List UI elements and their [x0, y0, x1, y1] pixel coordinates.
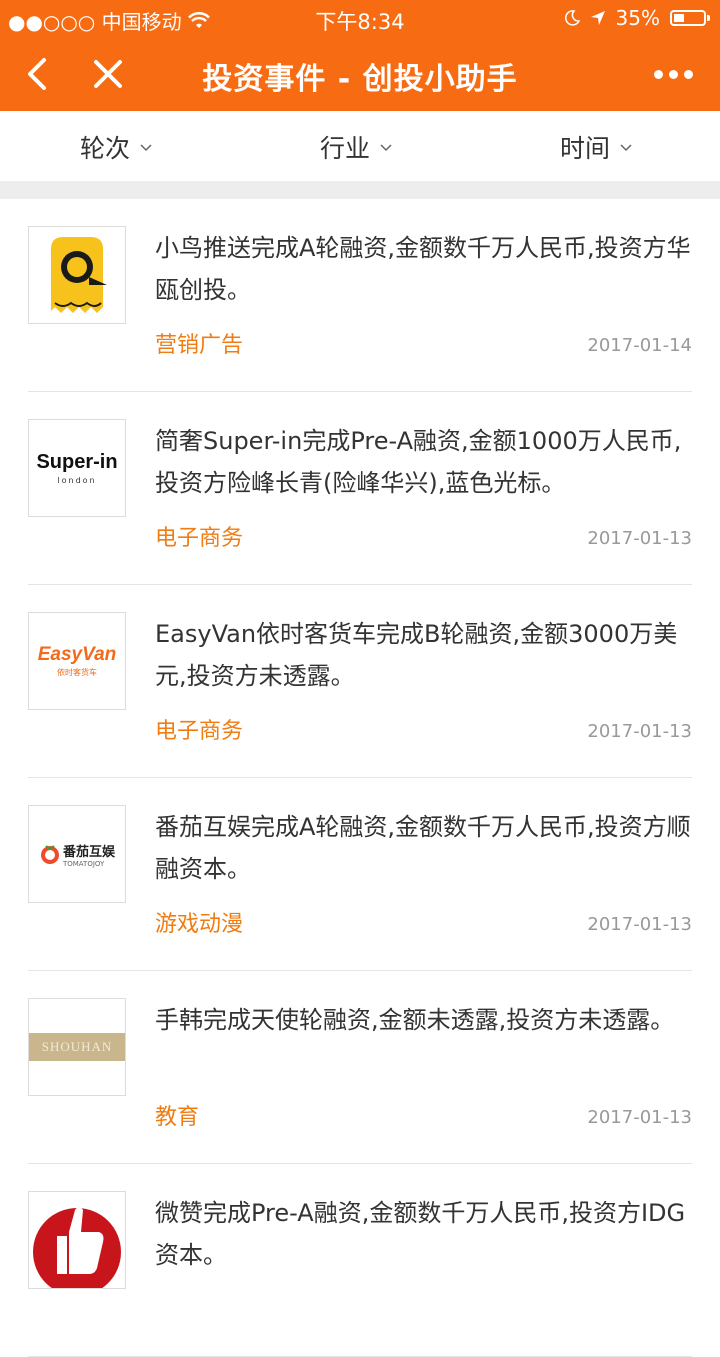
item-description: 简奢Super-in完成Pre-A融资,金额1000万人民币,投资方险峰长青(险…	[155, 427, 682, 497]
list-item[interactable]: EasyVan 依时客货车 EasyVan依时客货车完成B轮融资,金额3000万…	[28, 585, 692, 778]
filter-round[interactable]: 轮次	[80, 129, 152, 165]
page-title: 投资事件 - 创投小助手	[202, 62, 518, 97]
filter-time[interactable]: 时间	[560, 129, 632, 165]
thumb-logo	[28, 1191, 126, 1289]
item-date: 2017-01-13	[587, 721, 692, 742]
filter-industry[interactable]: 行业	[320, 129, 392, 165]
list-item[interactable]: Super-in london 简奢Super-in完成Pre-A融资,金额10…	[28, 392, 692, 585]
more-icon[interactable]	[654, 62, 694, 86]
location-arrow-icon	[590, 11, 605, 25]
moon-icon	[564, 10, 580, 26]
shouhan-logo: SHOUHAN	[28, 998, 126, 1096]
superin-logo: Super-in london	[28, 419, 126, 517]
item-description: 番茄互娱完成A轮融资,金额数千万人民币,投资方顺融资本。	[155, 813, 691, 883]
item-date: 2017-01-14	[587, 335, 692, 356]
item-date: 2017-01-13	[587, 914, 692, 935]
divider-band	[0, 181, 720, 199]
filter-label: 轮次	[80, 134, 131, 163]
item-description: 手韩完成天使轮融资,金额未透露,投资方未透露。	[155, 1006, 675, 1034]
battery-percent: 35%	[615, 6, 660, 30]
filter-label: 行业	[320, 134, 371, 163]
chevron-down-icon	[380, 144, 392, 152]
industry-tag: 游戏动漫	[155, 912, 244, 937]
app-header: ●●○○○ 中国移动 下午8:34 35% 投资事件 - 创投小助手	[0, 0, 720, 111]
filter-bar: 轮次 行业 时间	[0, 111, 720, 182]
item-description: EasyVan依时客货车完成B轮融资,金额3000万美元,投资方未透露。	[155, 620, 678, 690]
battery-icon	[670, 10, 710, 26]
tomatojoy-logo: 番茄互娱 TOMATOJOY	[28, 805, 126, 903]
list-item[interactable]: SHOUHAN 手韩完成天使轮融资,金额未透露,投资方未透露。 教育 2017-…	[28, 971, 692, 1164]
item-description: 小鸟推送完成A轮融资,金额数千万人民币,投资方华瓯创投。	[155, 234, 691, 304]
filter-label: 时间	[560, 134, 611, 163]
chevron-down-icon	[140, 144, 152, 152]
easyvan-logo: EasyVan 依时客货车	[28, 612, 126, 710]
investment-list: 小鸟推送完成A轮融资,金额数千万人民币,投资方华瓯创投。 营销广告 2017-0…	[28, 199, 692, 1357]
list-item[interactable]: 小鸟推送完成A轮融资,金额数千万人民币,投资方华瓯创投。 营销广告 2017-0…	[28, 199, 692, 392]
item-date: 2017-01-13	[587, 1107, 692, 1128]
industry-tag: 电子商务	[155, 526, 244, 551]
industry-tag: 电子商务	[155, 719, 244, 744]
chevron-down-icon	[620, 144, 632, 152]
industry-tag: 营销广告	[155, 333, 244, 358]
list-item[interactable]: 番茄互娱 TOMATOJOY 番茄互娱完成A轮融资,金额数千万人民币,投资方顺融…	[28, 778, 692, 971]
item-description: 微赞完成Pre-A融资,金额数千万人民币,投资方IDG资本。	[155, 1199, 686, 1269]
list-item[interactable]: 微赞完成Pre-A融资,金额数千万人民币,投资方IDG资本。	[28, 1164, 692, 1357]
nav-bar: 投资事件 - 创投小助手	[0, 40, 720, 108]
industry-tag: 教育	[155, 1105, 200, 1130]
status-bar: ●●○○○ 中国移动 下午8:34 35%	[0, 0, 720, 36]
item-date: 2017-01-13	[587, 528, 692, 549]
bird-logo	[28, 226, 126, 324]
